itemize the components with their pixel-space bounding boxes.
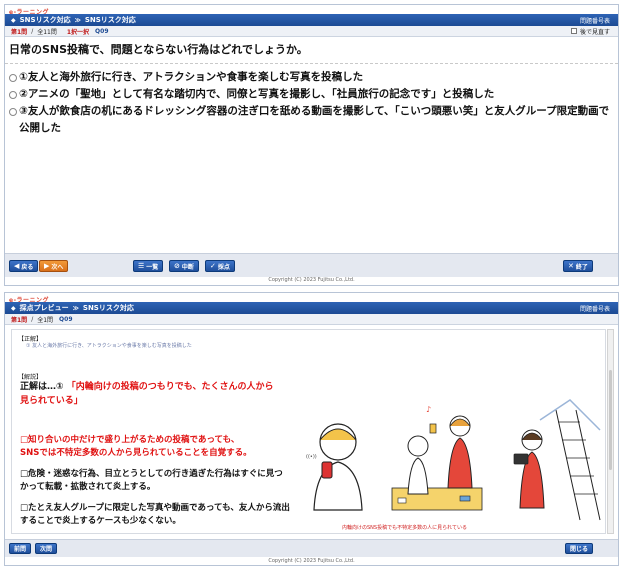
question-index-link[interactable]: 問題番号表 xyxy=(580,16,610,25)
svg-text:♪: ♪ xyxy=(426,405,431,414)
chevron-right-icon: ≫ xyxy=(74,16,81,24)
current-question: 第1問 xyxy=(11,316,28,324)
prev-question-button[interactable]: 前問 xyxy=(9,543,32,554)
question-id: Q09 xyxy=(59,315,73,323)
question-status-bar: 第1問 / 全1問 Q09 xyxy=(5,314,618,325)
total-questions: 全1問 xyxy=(37,316,54,324)
choice-label: ③友人が飲食店の机にあるドレッシング容器の注ぎ口を舐める動画を撮影して、「こいつ… xyxy=(19,105,610,134)
next-question-button[interactable]: 次問 xyxy=(35,543,58,554)
current-question: 第1問 xyxy=(11,28,28,36)
title-bar: ◆ SNSリスク対応 ≫ SNSリスク対応 問題番号表 xyxy=(5,14,618,26)
checkbox-icon[interactable] xyxy=(570,28,577,34)
arrow-left-icon: ◀ xyxy=(14,262,20,270)
end-button[interactable]: ✕ 終了 xyxy=(563,260,593,272)
sns-risk-illustration: ((•)) ♪ xyxy=(306,399,601,521)
illustration-caption: 内輪向けのSNS投稿でも不特定多数の人に見られている xyxy=(342,525,467,531)
close-icon: ✕ xyxy=(568,262,574,270)
bottom-toolbar: 前問 次問 閉じる xyxy=(5,539,618,557)
section-title: SNSリスク対応 xyxy=(82,304,134,312)
total-questions: 全11問 xyxy=(37,28,57,36)
review-later-label: 後で見直す xyxy=(579,28,610,36)
list-button[interactable]: ☰ 一覧 xyxy=(133,260,164,272)
radio-icon[interactable] xyxy=(9,91,17,99)
divider xyxy=(5,63,618,64)
check-icon: ✓ xyxy=(210,262,216,270)
back-button[interactable]: ◀ 戻る xyxy=(9,260,39,272)
question-status-bar: 第1問 / 全11問 1択一択 Q09 後で見直す xyxy=(5,26,618,37)
course-title: SNSリスク対応 xyxy=(19,16,71,24)
photographer-on-tracks xyxy=(513,399,601,521)
copyright: Copyright (C) 2023 Fujitsu Co.,Ltd. xyxy=(268,558,355,564)
explanation-panel: 【正解】 ① 友人と海外旅行に行き、アトラクションや食事を楽しむ写真を投稿した … xyxy=(11,329,606,534)
explanation-point-1: □知り合いの中だけで盛り上がるための投稿であっても、 SNSでは不特定多数の人か… xyxy=(20,435,252,458)
correct-choice-text: ① 友人と海外旅行に行き、アトラクションや食事を楽しむ写真を投稿した xyxy=(26,343,192,349)
choice-label: ①友人と海外旅行に行き、アトラクションや食事を楽しむ写真を投稿した xyxy=(19,71,364,83)
choice-3[interactable]: ③友人が飲食店の机にあるドレッシング容器の注ぎ口を舐める動画を撮影して、「こいつ… xyxy=(9,103,612,137)
choice-label: ②アニメの「聖地」として有名な踏切内で、同僚と写真を撮影し、「社員旅行の記念です… xyxy=(19,88,495,100)
choice-list: ①友人と海外旅行に行き、アトラクションや食事を楽しむ写真を投稿した ②アニメの「… xyxy=(9,69,612,137)
preview-window: e-ラーニング ◆ 採点プレビュー ≫ SNSリスク対応 問題番号表 第1問 /… xyxy=(4,292,619,566)
question-type: 1択一択 xyxy=(66,28,90,36)
party-group: ♪ xyxy=(391,405,483,511)
pause-icon: ⊘ xyxy=(174,262,180,270)
next-button[interactable]: ▶ 次へ xyxy=(39,260,69,272)
pause-button[interactable]: ⊘ 中断 xyxy=(169,260,199,272)
title-bar: ◆ 採点プレビュー ≫ SNSリスク対応 問題番号表 xyxy=(5,302,618,314)
preview-title: 採点プレビュー xyxy=(19,304,69,312)
question-id: Q09 xyxy=(95,27,109,35)
radio-icon[interactable] xyxy=(9,74,17,82)
grip-icon: ◆ xyxy=(11,16,16,24)
choice-2[interactable]: ②アニメの「聖地」として有名な踏切内で、同僚と写真を撮影し、「社員旅行の記念です… xyxy=(9,86,612,103)
explanation-point-3: □たとえ友人グループに限定した写真や動画であっても、友人から流出することで炎上す… xyxy=(20,503,290,526)
choice-1[interactable]: ①友人と海外旅行に行き、アトラクションや食事を楽しむ写真を投稿した xyxy=(9,69,612,86)
answer-heading: 正解は…① 「内輪向けの投稿のつもりでも、たくさんの人から見られている」 xyxy=(20,380,280,408)
svg-text:((•)): ((•)) xyxy=(306,454,317,460)
vertical-scrollbar[interactable] xyxy=(607,329,614,534)
question-text: 日常のSNS投稿で、問題とならない行為はどれでしょうか。 xyxy=(9,43,308,56)
scrollbar-thumb[interactable] xyxy=(609,370,612,470)
grip-icon: ◆ xyxy=(11,304,16,312)
question-window: e-ラーニング ◆ SNSリスク対応 ≫ SNSリスク対応 問題番号表 第1問 … xyxy=(4,4,619,286)
review-later-checkbox[interactable]: 後で見直す xyxy=(570,27,610,36)
person-with-phone: ((•)) xyxy=(306,423,363,511)
answer-label: 正解は…① xyxy=(20,382,64,392)
close-button[interactable]: 閉じる xyxy=(565,543,594,554)
copyright: Copyright (C) 2023 Fujitsu Co.,Ltd. xyxy=(268,277,355,283)
section-title: SNSリスク対応 xyxy=(84,16,136,24)
question-index-link[interactable]: 問題番号表 xyxy=(580,304,610,313)
bottom-toolbar: ◀ 戻る ▶ 次へ ☰ 一覧 ⊘ 中断 ✓ 採点 ✕ 終了 xyxy=(5,253,618,277)
arrow-right-icon: ▶ xyxy=(44,262,50,270)
score-button[interactable]: ✓ 採点 xyxy=(205,260,235,272)
list-icon: ☰ xyxy=(138,262,145,270)
chevron-right-icon: ≫ xyxy=(72,304,79,312)
radio-icon[interactable] xyxy=(9,108,17,116)
explanation-point-2: □危険・迷惑な行為、目立とうとしての行き過ぎた行為はすぐに見つかって転載・拡散さ… xyxy=(20,469,283,492)
